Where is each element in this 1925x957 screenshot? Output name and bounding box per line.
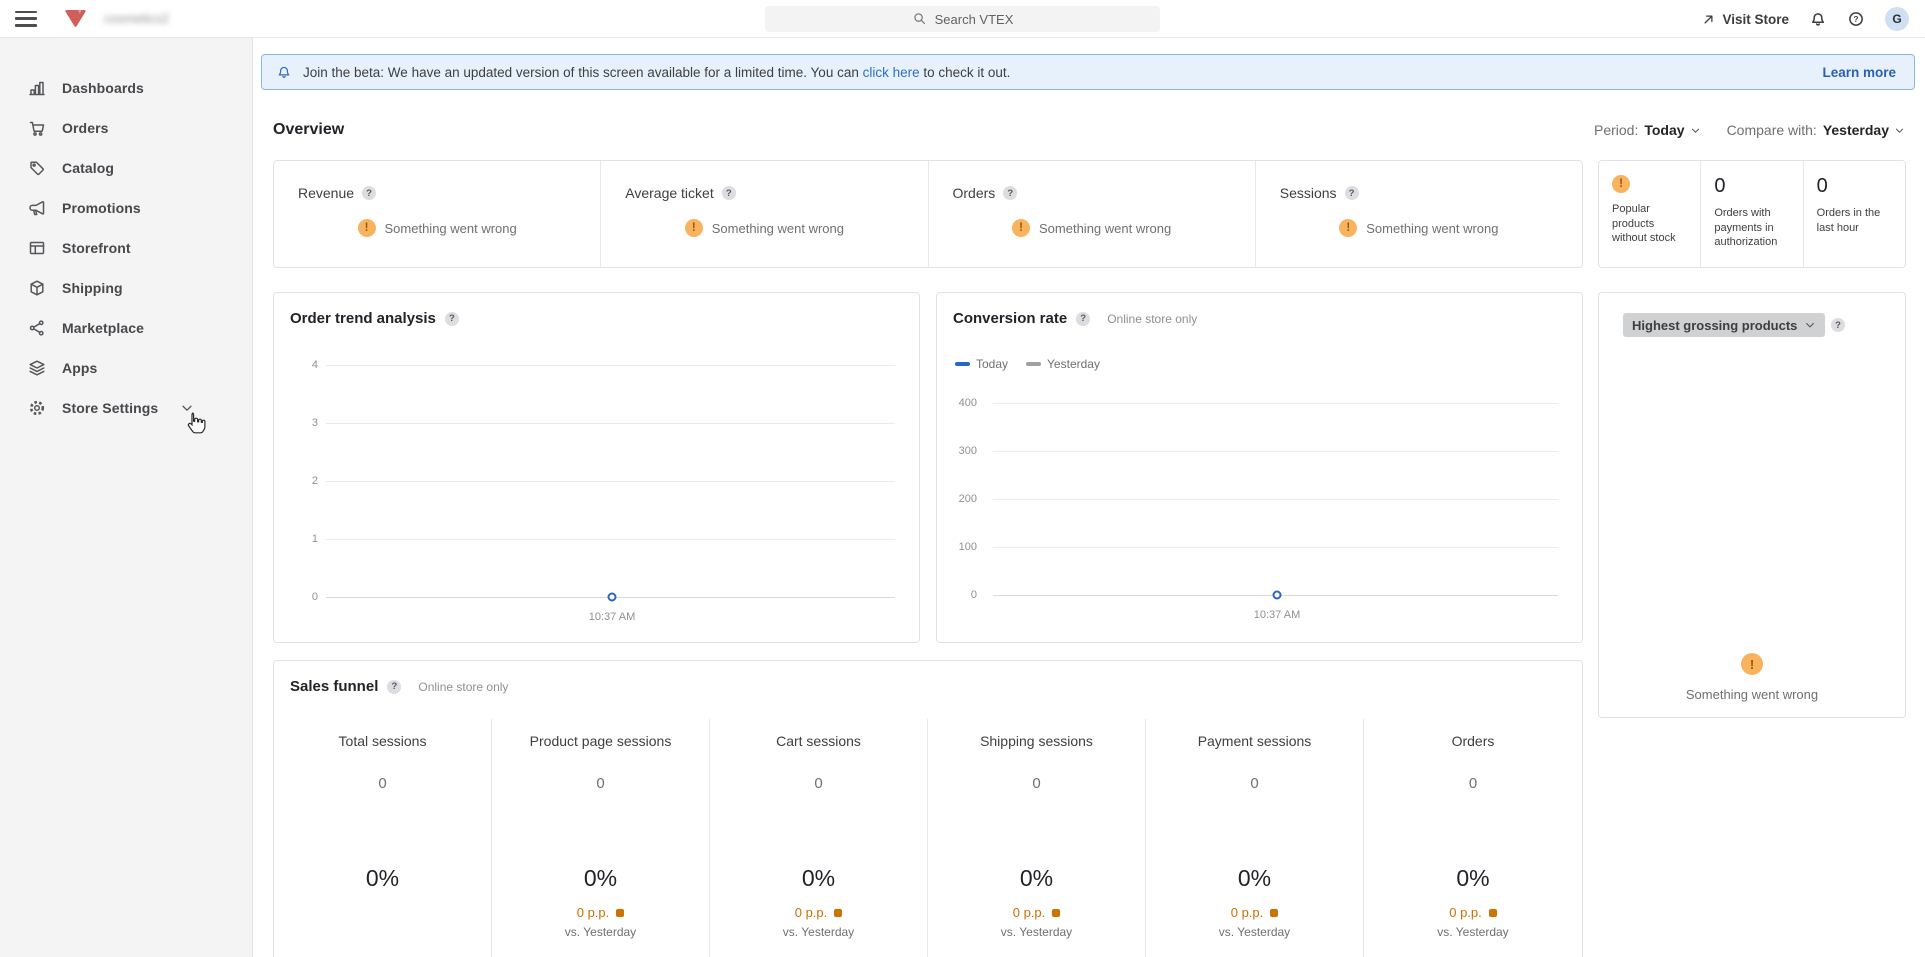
stat-popular-products: ! Popular products without stock: [1599, 161, 1700, 267]
sales-funnel-card: Sales funnel ? Online store only Total s…: [273, 660, 1583, 957]
help-tooltip-icon[interactable]: ?: [1831, 318, 1845, 332]
warning-icon: !: [1012, 219, 1030, 237]
storefront-icon: [27, 238, 47, 258]
period-controls: Period: Today Compare with: Yesterday: [1594, 122, 1905, 138]
search-placeholder: Search VTEX: [935, 12, 1014, 27]
chevron-down-icon: [1804, 319, 1816, 331]
notifications-bell-icon[interactable]: [1809, 10, 1827, 28]
delta-indicator-icon: [1270, 909, 1278, 917]
overview-header: Overview Period: Today Compare with: Yes…: [273, 114, 1905, 146]
help-tooltip-icon[interactable]: ?: [1003, 186, 1017, 200]
help-tooltip-icon[interactable]: ?: [1345, 186, 1359, 200]
search-input[interactable]: Search VTEX: [765, 6, 1160, 32]
help-icon[interactable]: ?: [1847, 10, 1865, 28]
menu-icon[interactable]: [15, 11, 37, 27]
share-icon: [27, 318, 47, 338]
sidebar-item-orders[interactable]: Orders: [0, 108, 252, 148]
svg-text:?: ?: [1854, 15, 1859, 24]
sidebar-item-catalog[interactable]: Catalog: [0, 148, 252, 188]
metric-revenue: Revenue? !Something went wrong: [274, 161, 600, 267]
external-link-icon: [1701, 12, 1716, 27]
warning-icon: !: [358, 219, 376, 237]
beta-banner: Join the beta: We have an updated versio…: [261, 54, 1915, 90]
sidebar: Dashboards Orders Catalog Promotions Sto…: [0, 38, 253, 957]
quick-stats-card: ! Popular products without stock 0 Order…: [1598, 160, 1906, 268]
funnel-col-payment-sessions: Payment sessions 0 0% 0 p.p. vs. Yesterd…: [1146, 719, 1364, 957]
click-here-link[interactable]: click here: [863, 65, 920, 80]
sidebar-item-marketplace[interactable]: Marketplace: [0, 308, 252, 348]
warning-icon: !: [1339, 219, 1357, 237]
data-point[interactable]: [608, 593, 617, 602]
megaphone-icon: [27, 198, 47, 218]
period-label: Period:: [1594, 122, 1638, 138]
visit-store-button[interactable]: Visit Store: [1701, 12, 1789, 27]
cart-icon: [27, 118, 47, 138]
funnel-col-product-page-sessions: Product page sessions 0 0% 0 p.p. vs. Ye…: [492, 719, 710, 957]
main-content: Join the beta: We have an updated versio…: [253, 38, 1925, 957]
page-title: Overview: [273, 121, 344, 139]
banner-text: Join the beta: We have an updated versio…: [303, 65, 1010, 80]
metric-orders: Orders? !Something went wrong: [928, 161, 1255, 267]
products-panel-card: Highest grossing products ? ! Something …: [1598, 292, 1906, 718]
products-metric-select[interactable]: Highest grossing products: [1623, 313, 1825, 337]
sidebar-item-storefront[interactable]: Storefront: [0, 228, 252, 268]
chevron-down-icon: [180, 401, 194, 415]
delta-indicator-icon: [1052, 909, 1060, 917]
bar-chart-icon: [27, 78, 47, 98]
cube-icon: [27, 278, 47, 298]
stat-payments-authorization: 0 Orders with payments in authorization: [1700, 161, 1802, 267]
chevron-down-icon: [1894, 125, 1905, 136]
sidebar-item-dashboards[interactable]: Dashboards: [0, 68, 252, 108]
order-trend-card: Order trend analysis ? 4 3 2 1 0 10:37 A…: [273, 292, 920, 643]
sidebar-item-store-settings[interactable]: Store Settings: [0, 388, 252, 428]
sidebar-item-shipping[interactable]: Shipping: [0, 268, 252, 308]
funnel-col-shipping-sessions: Shipping sessions 0 0% 0 p.p. vs. Yester…: [928, 719, 1146, 957]
chevron-down-icon: [1690, 125, 1701, 136]
stat-orders-last-hour: 0 Orders in the last hour: [1803, 161, 1905, 267]
help-tooltip-icon[interactable]: ?: [722, 186, 736, 200]
conversion-rate-card: Conversion rate ? Online store only Toda…: [936, 292, 1583, 643]
help-tooltip-icon[interactable]: ?: [362, 186, 376, 200]
funnel-col-cart-sessions: Cart sessions 0 0% 0 p.p. vs. Yesterday: [710, 719, 928, 957]
warning-icon: !: [685, 219, 703, 237]
delta-indicator-icon: [616, 909, 624, 917]
funnel-col-total-sessions: Total sessions 0 0%: [274, 719, 492, 957]
chart-legend: Today Yesterday: [955, 357, 1100, 371]
help-tooltip-icon[interactable]: ?: [445, 312, 459, 326]
period-select[interactable]: Today: [1644, 122, 1700, 138]
compare-label: Compare with:: [1727, 122, 1817, 138]
sidebar-item-apps[interactable]: Apps: [0, 348, 252, 388]
metric-sessions: Sessions? !Something went wrong: [1255, 161, 1582, 267]
tag-icon: [27, 158, 47, 178]
learn-more-link[interactable]: Learn more: [1822, 65, 1896, 80]
funnel-col-orders: Orders 0 0% 0 p.p. vs. Yesterday: [1364, 719, 1582, 957]
topbar-actions: Visit Store ? G: [1701, 0, 1909, 38]
topbar: cosmetics2 Search VTEX Visit Store ? G: [0, 0, 1925, 38]
metric-average-ticket: Average ticket? !Something went wrong: [600, 161, 927, 267]
store-name: cosmetics2: [104, 11, 169, 26]
sidebar-item-promotions[interactable]: Promotions: [0, 188, 252, 228]
funnel-columns: Total sessions 0 0% Product page session…: [274, 719, 1582, 957]
legend-yesterday-swatch: [1026, 362, 1041, 366]
search-icon: [912, 11, 928, 27]
warning-icon: !: [1741, 653, 1763, 675]
avatar[interactable]: G: [1885, 7, 1909, 31]
banner-bell-icon: [276, 64, 292, 80]
vtex-logo-icon: [65, 9, 86, 28]
delta-indicator-icon: [834, 909, 842, 917]
compare-select[interactable]: Yesterday: [1823, 122, 1905, 138]
metrics-card: Revenue? !Something went wrong Average t…: [273, 160, 1583, 268]
vtex-admin-app: cosmetics2 Search VTEX Visit Store ? G: [0, 0, 1925, 957]
gear-icon: [27, 398, 47, 418]
warning-icon: !: [1612, 175, 1630, 193]
data-point[interactable]: [1273, 591, 1282, 600]
help-tooltip-icon[interactable]: ?: [387, 680, 401, 694]
layers-icon: [27, 358, 47, 378]
legend-today-swatch: [955, 362, 970, 366]
delta-indicator-icon: [1489, 909, 1497, 917]
help-tooltip-icon[interactable]: ?: [1076, 312, 1090, 326]
panel-error: ! Something went wrong: [1599, 653, 1905, 702]
